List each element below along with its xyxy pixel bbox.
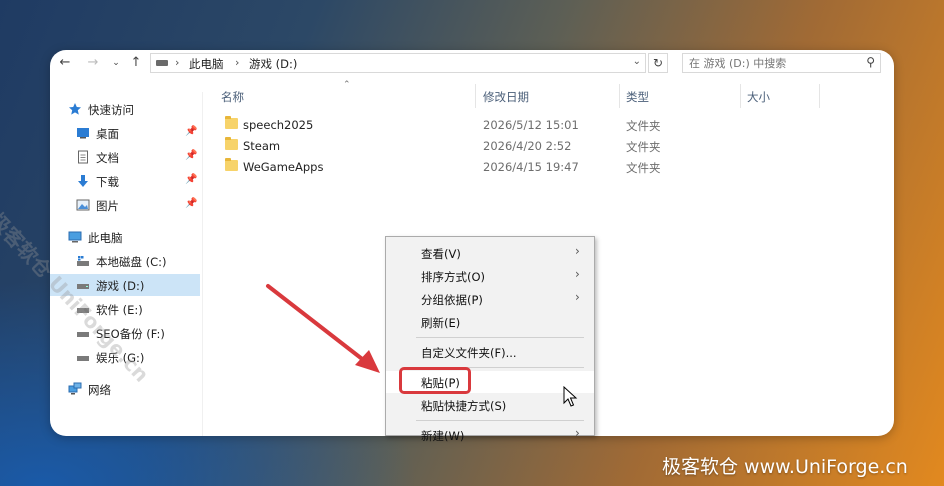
- annotation-arrow-icon: [266, 284, 380, 373]
- watermark-bottom: 极客软仓 www.UniForge.cn: [662, 456, 908, 478]
- mouse-cursor-icon: [563, 386, 578, 407]
